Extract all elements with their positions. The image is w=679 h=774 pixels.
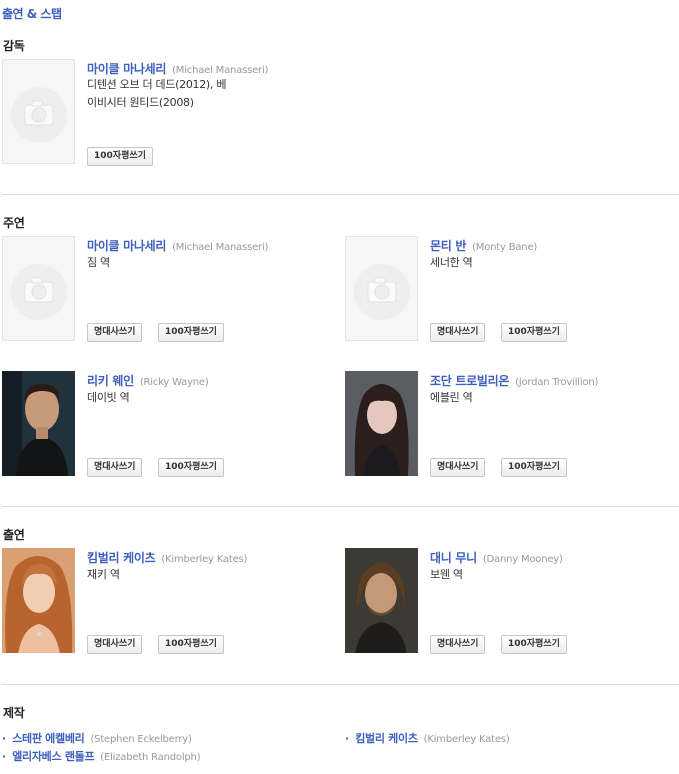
actress-photo-icon [345, 371, 418, 476]
quote-button[interactable]: 명대사쓰기 [430, 635, 486, 654]
lead-role-1: 짐 역 [87, 256, 110, 269]
lead-name-link-3[interactable]: 리키 웨인 (Ricky Wayne) [87, 372, 209, 389]
bullet-icon: · [2, 750, 7, 763]
lead-photo-2[interactable] [345, 236, 418, 341]
section-divider [2, 194, 679, 195]
production-english-name: (Elizabeth Randolph) [100, 752, 201, 763]
director-name-link[interactable]: 마이클 마나세리 (Michael Manasseri) [87, 60, 268, 77]
lead-role-3: 데이빗 역 [87, 391, 130, 404]
production-english-name: (Stephen Eckelberry) [90, 734, 192, 745]
camera-placeholder-icon [11, 87, 67, 143]
review-button[interactable]: 100자평쓰기 [87, 147, 153, 166]
lead-english-name: (Michael Manasseri) [172, 242, 269, 253]
section-title-production: 제작 [3, 706, 25, 720]
review-button[interactable]: 100자평쓰기 [158, 323, 224, 342]
cast-name-link-1[interactable]: 킴벌리 케이츠 (Kimberley Kates) [87, 549, 247, 566]
section-divider [2, 506, 679, 507]
page-title: 출연 & 스탭 [2, 7, 62, 21]
review-button[interactable]: 100자평쓰기 [501, 635, 567, 654]
bullet-icon: · [345, 732, 350, 745]
lead-english-name: (Jordan Trovillion) [515, 377, 599, 388]
production-item-2[interactable]: · 킴벌리 케이츠 (Kimberley Kates) [345, 730, 510, 746]
review-button[interactable]: 100자평쓰기 [158, 635, 224, 654]
lead-photo-3[interactable] [2, 371, 75, 476]
director-filmography: 디텐션 오브 더 데드(2012), 베 이비시터 원티드(2008) [87, 78, 227, 109]
lead-name-link-4[interactable]: 조단 트로빌리온 (Jordan Trovillion) [430, 372, 598, 389]
lead-english-name: (Ricky Wayne) [139, 377, 209, 388]
lead-english-name: (Monty Bane) [472, 242, 538, 253]
actor-photo-icon [2, 371, 75, 476]
section-title-cast: 출연 [3, 528, 25, 542]
production-item-1[interactable]: · 스테판 에켈베리 (Stephen Eckelberry) [2, 730, 192, 746]
cast-role-1: 재키 역 [87, 568, 120, 581]
quote-button[interactable]: 명대사쓰기 [430, 323, 486, 342]
section-title-director: 감독 [3, 39, 25, 53]
actor-photo-icon [345, 548, 418, 653]
cast-english-name: (Danny Mooney) [482, 554, 563, 565]
production-english-name: (Kimberley Kates) [423, 734, 510, 745]
camera-placeholder-icon [354, 264, 410, 320]
lead-photo-1[interactable] [2, 236, 75, 341]
lead-name-link-2[interactable]: 몬티 반 (Monty Bane) [430, 237, 537, 254]
quote-button[interactable]: 명대사쓰기 [87, 458, 143, 477]
quote-button[interactable]: 명대사쓰기 [87, 635, 143, 654]
quote-button[interactable]: 명대사쓰기 [430, 458, 486, 477]
cast-name-link-2[interactable]: 대니 무니 (Danny Mooney) [430, 549, 563, 566]
camera-placeholder-icon [11, 264, 67, 320]
lead-role-4: 에블린 역 [430, 391, 473, 404]
quote-button[interactable]: 명대사쓰기 [87, 323, 143, 342]
director-english-name: (Michael Manasseri) [172, 65, 269, 76]
cast-photo-2[interactable] [345, 548, 418, 653]
cast-english-name: (Kimberley Kates) [161, 554, 248, 565]
section-divider [2, 684, 679, 685]
review-button[interactable]: 100자평쓰기 [158, 458, 224, 477]
bullet-icon: · [2, 732, 7, 745]
actress-photo-icon [2, 548, 75, 653]
cast-role-2: 보웬 역 [430, 568, 463, 581]
lead-name-link-1[interactable]: 마이클 마나세리 (Michael Manasseri) [87, 237, 268, 254]
director-photo[interactable] [2, 59, 75, 164]
review-button[interactable]: 100자평쓰기 [501, 323, 567, 342]
review-button[interactable]: 100자평쓰기 [501, 458, 567, 477]
production-item-3[interactable]: · 엘리자베스 랜돌프 (Elizabeth Randolph) [2, 748, 201, 764]
section-title-lead: 주연 [3, 216, 25, 230]
cast-photo-1[interactable] [2, 548, 75, 653]
lead-photo-4[interactable] [345, 371, 418, 476]
lead-role-2: 세너한 역 [430, 256, 473, 269]
